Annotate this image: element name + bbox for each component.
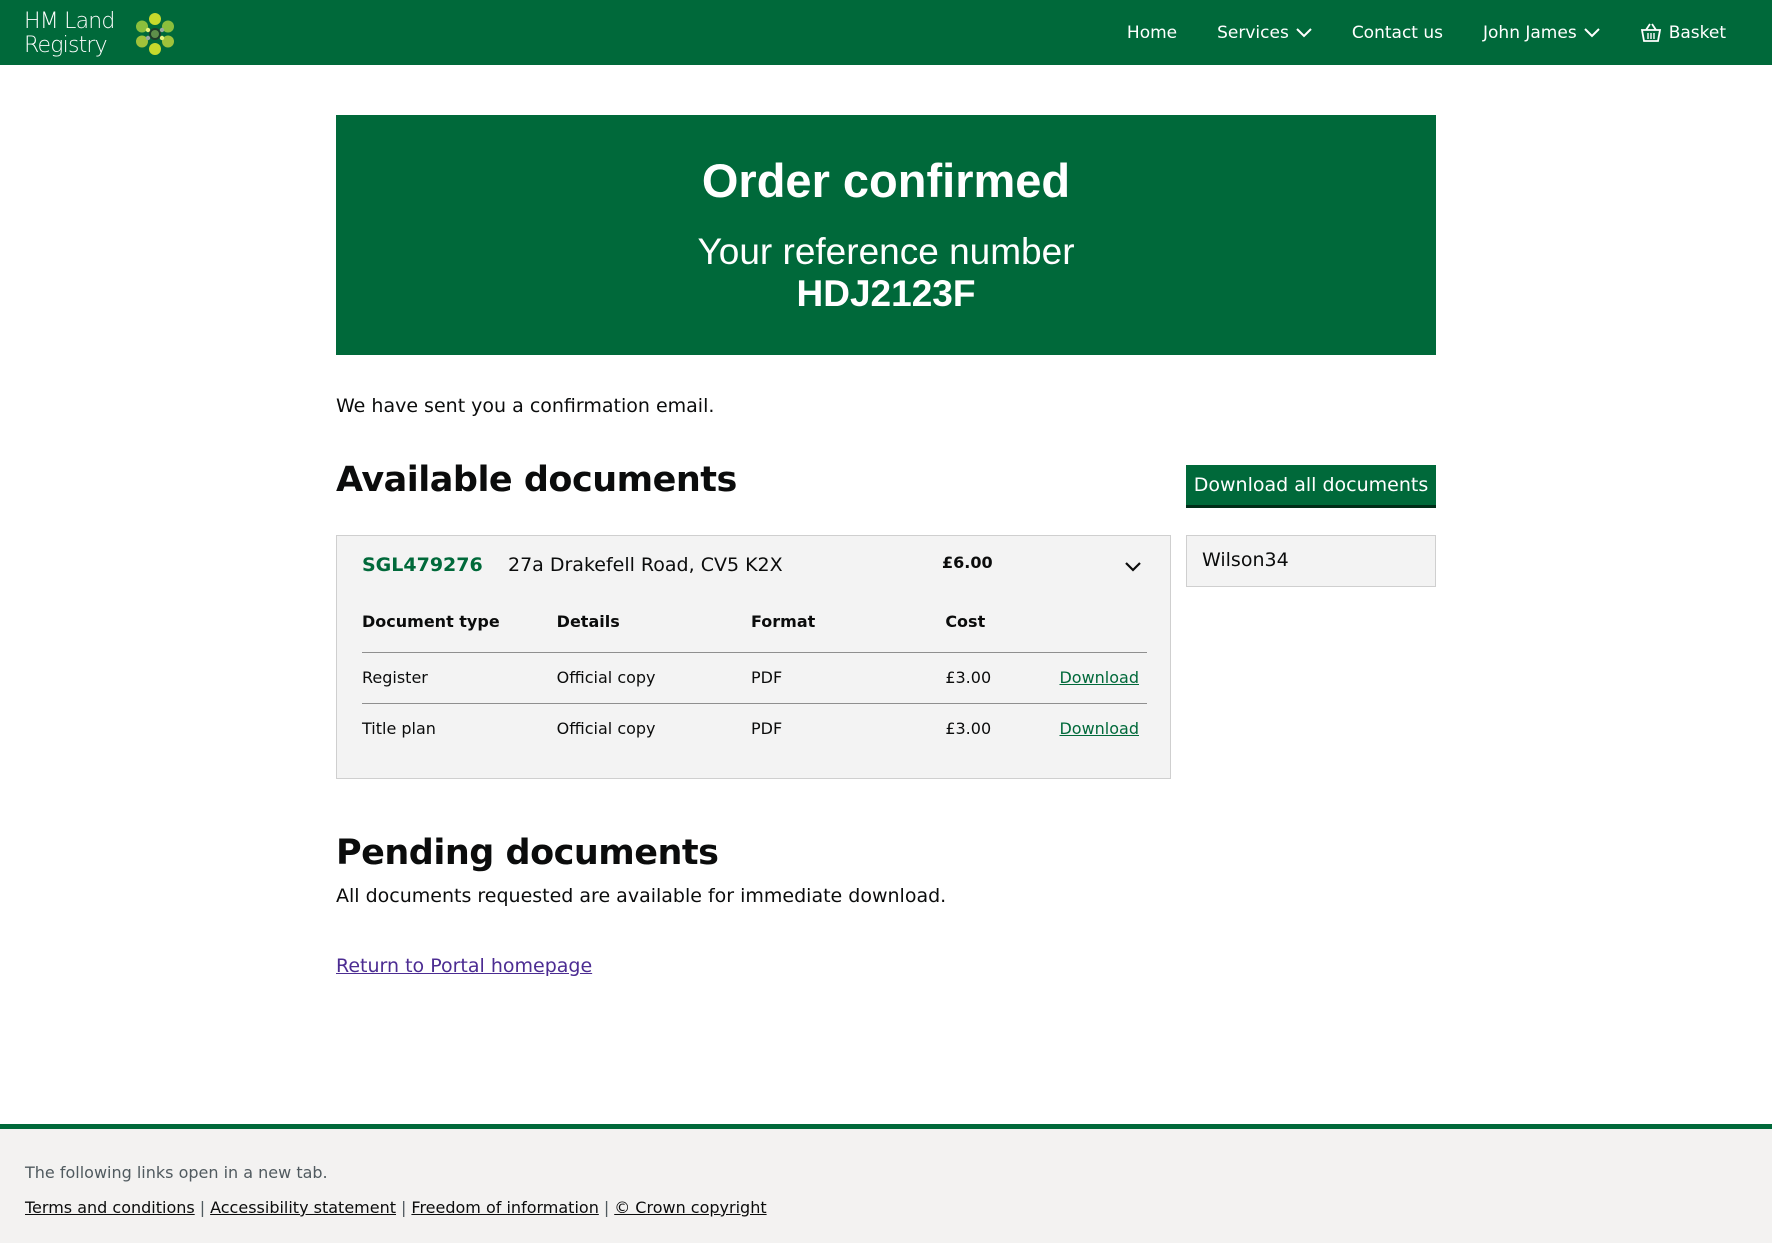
crown-copyright-link[interactable]: © Crown copyright	[614, 1198, 766, 1217]
chevron-down-icon	[1296, 27, 1312, 37]
order-confirmation-panel: Order confirmed Your reference number HD…	[336, 115, 1436, 355]
logo-text-line2: Registry	[24, 33, 108, 58]
terms-and-conditions-link[interactable]: Terms and conditions	[25, 1198, 195, 1217]
property-address: 27a Drakefell Road, CV5 K2X	[508, 554, 783, 576]
accessibility-statement-link[interactable]: Accessibility statement	[210, 1198, 396, 1217]
title-summary-row[interactable]: SGL479276 27a Drakefell Road, CV5 K2X £6…	[362, 553, 1147, 584]
download-title-plan-link[interactable]: Download	[1059, 719, 1139, 738]
separator: |	[603, 1198, 610, 1217]
nav-basket-label: Basket	[1668, 22, 1726, 43]
pending-documents-heading: Pending documents	[336, 833, 719, 873]
format-cell: PDF	[750, 719, 783, 739]
chevron-down-icon[interactable]	[1124, 561, 1142, 573]
reference-number-label: Your reference number	[697, 231, 1075, 272]
main-nav: Home Services Contact us John James Bask…	[1087, 0, 1726, 65]
documents-table: Document type Details Format Cost Regist…	[362, 608, 1147, 754]
nav-basket[interactable]: Basket	[1640, 22, 1726, 44]
nav-contact-label: Contact us	[1351, 22, 1443, 43]
reference-number-value: HDJ2123F	[796, 273, 976, 314]
column-header-document-type: Document type	[362, 608, 557, 653]
confirmation-email-text: We have sent you a confirmation email.	[336, 395, 715, 417]
table-row: Register Official copy PDF £3.00 Downloa…	[362, 652, 1147, 704]
column-header-details: Details	[556, 608, 751, 653]
nav-user-label: John James	[1483, 22, 1577, 43]
title-document-card: SGL479276 27a Drakefell Road, CV5 K2X £6…	[336, 535, 1171, 779]
available-documents-heading: Available documents	[336, 460, 737, 500]
freedom-of-information-link[interactable]: Freedom of information	[411, 1198, 598, 1217]
site-header: HM Land Registry Home Services Contact u…	[0, 0, 1772, 65]
separator: |	[199, 1198, 206, 1217]
download-all-documents-button[interactable]: Download all documents	[1186, 465, 1436, 505]
nav-home-label: Home	[1126, 22, 1178, 43]
details-cell: Official copy	[556, 652, 751, 704]
pending-documents-text: All documents requested are available fo…	[336, 885, 947, 907]
nav-contact[interactable]: Contact us	[1352, 23, 1443, 43]
details-cell: Official copy	[556, 719, 656, 739]
cost-cell: £3.00	[945, 652, 1060, 704]
site-footer: The following links open in a new tab. T…	[0, 1124, 1772, 1243]
nav-user-menu[interactable]: John James	[1483, 23, 1600, 43]
column-header-cost: Cost	[945, 608, 1060, 653]
land-registry-emblem-icon	[135, 13, 174, 55]
footer-links: Terms and conditions | Accessibility state…	[25, 1198, 767, 1217]
nav-services-label: Services	[1217, 22, 1289, 43]
hm-land-registry-logo[interactable]: HM Land Registry	[24, 10, 179, 58]
document-type-cell: Title plan	[362, 719, 436, 739]
chevron-down-icon	[1583, 27, 1600, 37]
format-cell: PDF	[750, 652, 946, 704]
download-register-link[interactable]: Download	[1059, 668, 1139, 687]
order-confirmed-title: Order confirmed	[701, 154, 1071, 207]
title-total-price: £6.00	[942, 553, 993, 572]
action-cell: Download	[1059, 703, 1147, 754]
column-header-action	[1059, 608, 1147, 653]
table-row: Title plan Official copy PDF £3.00 Downl…	[362, 703, 1147, 754]
basket-icon	[1640, 23, 1661, 42]
separator: |	[401, 1198, 407, 1217]
document-type-cell: Register	[362, 652, 557, 704]
nav-services-dropdown[interactable]: Services	[1217, 23, 1312, 43]
return-to-portal-link[interactable]: Return to Portal homepage	[336, 955, 592, 977]
title-number: SGL479276	[362, 554, 483, 576]
action-cell: Download	[1059, 652, 1147, 704]
cost-cell: £3.00	[945, 719, 992, 739]
table-header-row: Document type Details Format Cost	[362, 608, 1147, 653]
footer-new-tab-note: The following links open in a new tab.	[25, 1163, 328, 1182]
nav-home[interactable]: Home	[1127, 23, 1177, 43]
column-header-format: Format	[750, 608, 946, 653]
customer-reference-box: Wilson34	[1186, 535, 1436, 587]
logo-text-line1: HM Land	[24, 9, 115, 34]
customer-reference-value: Wilson34	[1202, 549, 1289, 571]
